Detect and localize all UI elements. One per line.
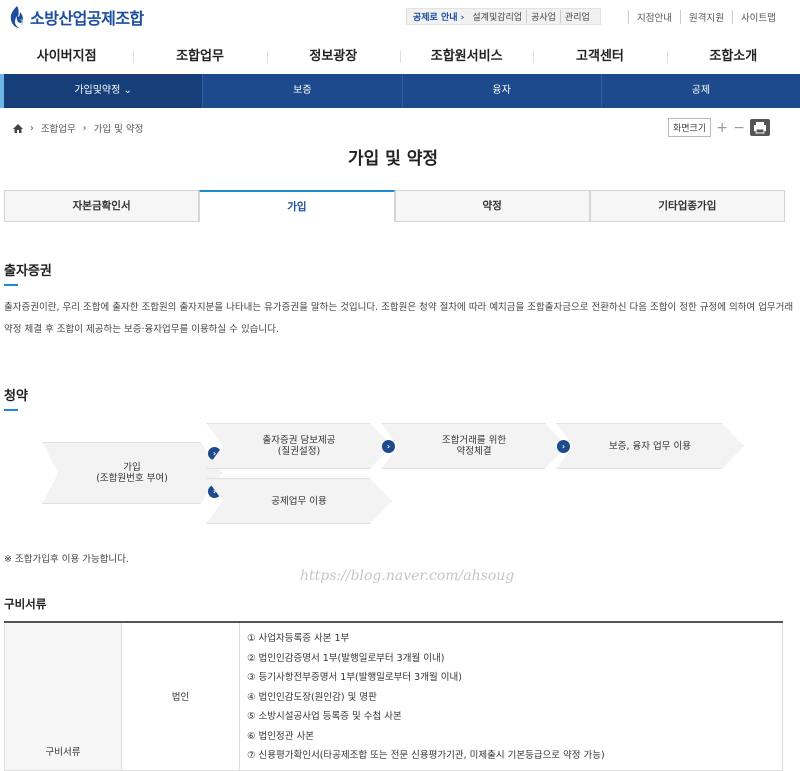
watermark: https://blog.naver.com/ahsoug [300, 568, 515, 584]
quick-link-construction[interactable]: 공사업 [526, 10, 560, 23]
page-title: 가입 및 약정 [347, 149, 439, 169]
section-title-investment-certificate: 출자증권 [4, 264, 52, 279]
flow-step-guarantee-loan: 보증, 융자 업무 이용 [556, 423, 744, 469]
main-nav: 사이버지점 조합업무 정보광장 조합원서비스 고객센터 조합소개 [0, 42, 800, 74]
corp-head: 법인 [121, 621, 240, 771]
row-head: 구비서류 [4, 621, 122, 771]
logo[interactable]: 소방산업공제조합 [8, 5, 144, 29]
zoom-label: 화면크기 [668, 118, 712, 137]
quick-link-management[interactable]: 관리업 [559, 10, 594, 23]
subscription-note: ※ 조합가입후 이용 가능합니다. [4, 554, 129, 565]
tab-contract[interactable]: 약정 [394, 190, 590, 222]
page-tools: 화면크기 + − [668, 118, 771, 137]
chevron-down-icon: ⌄ [123, 85, 132, 96]
subnav-mutual-aid[interactable]: 공제 [600, 74, 800, 108]
nav-customer-center[interactable]: 고객센터 [533, 42, 666, 74]
breadcrumb: › 조합업무 › 가입 및 약정 [13, 121, 143, 135]
section-title-subscription: 청약 [4, 389, 28, 404]
nav-info-square[interactable]: 정보광장 [266, 42, 400, 74]
subnav-join-contract[interactable]: 가입및약정 ⌄ [4, 74, 203, 108]
utility-links: 지점안내 원격지원 사이트맵 [628, 10, 784, 24]
tab-other-industry[interactable]: 기타업종가입 [589, 190, 785, 222]
list-item: ① 사업자등록증 사본 1부 [247, 633, 350, 644]
section-text-investment-certificate: 출자증권이란, 우리 조합에 출자한 조합원의 출자지분을 나타내는 유가증권을… [4, 302, 794, 335]
zoom-in-button[interactable]: + [716, 121, 728, 135]
flow-step-agreement: 조합거래를 위한 약정체결 [381, 423, 567, 469]
tab-capital-confirmation[interactable]: 자본금확인서 [4, 190, 200, 222]
arrow-right-icon: › [382, 440, 395, 453]
print-icon[interactable] [750, 119, 771, 136]
list-item: ② 법인인감증명서 1부(발행일로부터 3개월 이내) [247, 652, 445, 664]
flow-step-collateral: 출자증권 담보제공 (질권설정) [206, 423, 392, 469]
util-remote-link[interactable]: 원격지원 [679, 10, 732, 24]
required-docs-table: 구비서류 법인 ① 사업자등록증 사본 1부 ② 법인인감증명서 1부(발행일로… [4, 621, 783, 771]
subscription-flow: 가입 (조합원번호 부여) › 출자증권 담보제공 (질권설정) › 공제업무 이용… [0, 420, 800, 530]
docs-list: ① 사업자등록증 사본 1부 ② 법인인감증명서 1부(발행일로부터 3개월 이… [239, 621, 783, 771]
util-sitemap-link[interactable]: 사이트맵 [731, 10, 784, 24]
nav-about[interactable]: 조합소개 [666, 42, 800, 74]
nav-union-business[interactable]: 조합업무 [133, 42, 266, 74]
tab-join[interactable]: 가입 [199, 190, 395, 222]
breadcrumb-current: 가입 및 약정 [93, 124, 144, 135]
list-item: ⑥ 법인정관 사본 [247, 730, 314, 742]
arrow-right-icon: › [557, 440, 570, 453]
top-header: 소방산업공제조합 공제로 안내 › 설계및감리업 공사업 관리업 지점안내 원격… [0, 0, 800, 36]
content-tabs: 자본금확인서 가입 약정 기타업종가입 [4, 190, 785, 222]
breadcrumb-separator-icon: › [30, 122, 34, 134]
subnav-loan[interactable]: 융자 [401, 74, 601, 108]
section-underline [4, 409, 18, 411]
logo-text: 소방산업공제조합 [30, 9, 144, 28]
list-item: ⑦ 신용평가확인서(타공제조합 또는 전문 신용평가기관, 미제출시 기본등급으… [247, 750, 605, 761]
section-title-required-docs: 구비서류 [4, 597, 47, 611]
list-item: ⑤ 소방시설공사업 등록증 및 수첩 사본 [247, 711, 402, 722]
home-icon[interactable] [13, 123, 23, 133]
breadcrumb-item[interactable]: 조합업무 [41, 121, 76, 135]
flow-step-mutual-aid: 공제업무 이용 [206, 478, 392, 524]
list-item: ③ 등기사항전부증명서 1부(발행일로부터 3개월 이내) [247, 672, 462, 683]
nav-cyber-branch[interactable]: 사이버지점 [0, 42, 133, 74]
sub-nav: 가입및약정 ⌄ 보증 융자 공제 [0, 74, 800, 108]
nav-member-service[interactable]: 조합원서비스 [399, 42, 533, 74]
quick-guide-label: 공제로 안내 › [413, 13, 465, 23]
breadcrumb-separator-icon: › [82, 122, 87, 134]
list-item: ④ 법인인감도장(원인감) 및 명판 [247, 691, 377, 703]
quick-guide: 공제로 안내 › 설계및감리업 공사업 관리업 [406, 8, 601, 25]
flow-step-join: 가입 (조합원번호 부여) [42, 442, 222, 504]
util-branch-link[interactable]: 지점안내 [628, 10, 680, 24]
zoom-out-button[interactable]: − [733, 121, 745, 135]
logo-flame-icon [8, 5, 26, 29]
table-row: 구비서류 법인 ① 사업자등록증 사본 1부 ② 법인인감증명서 1부(발행일로… [4, 621, 783, 771]
quick-link-design[interactable]: 설계및감리업 [468, 10, 526, 23]
section-underline [4, 284, 18, 286]
subnav-guarantee[interactable]: 보증 [202, 74, 401, 108]
